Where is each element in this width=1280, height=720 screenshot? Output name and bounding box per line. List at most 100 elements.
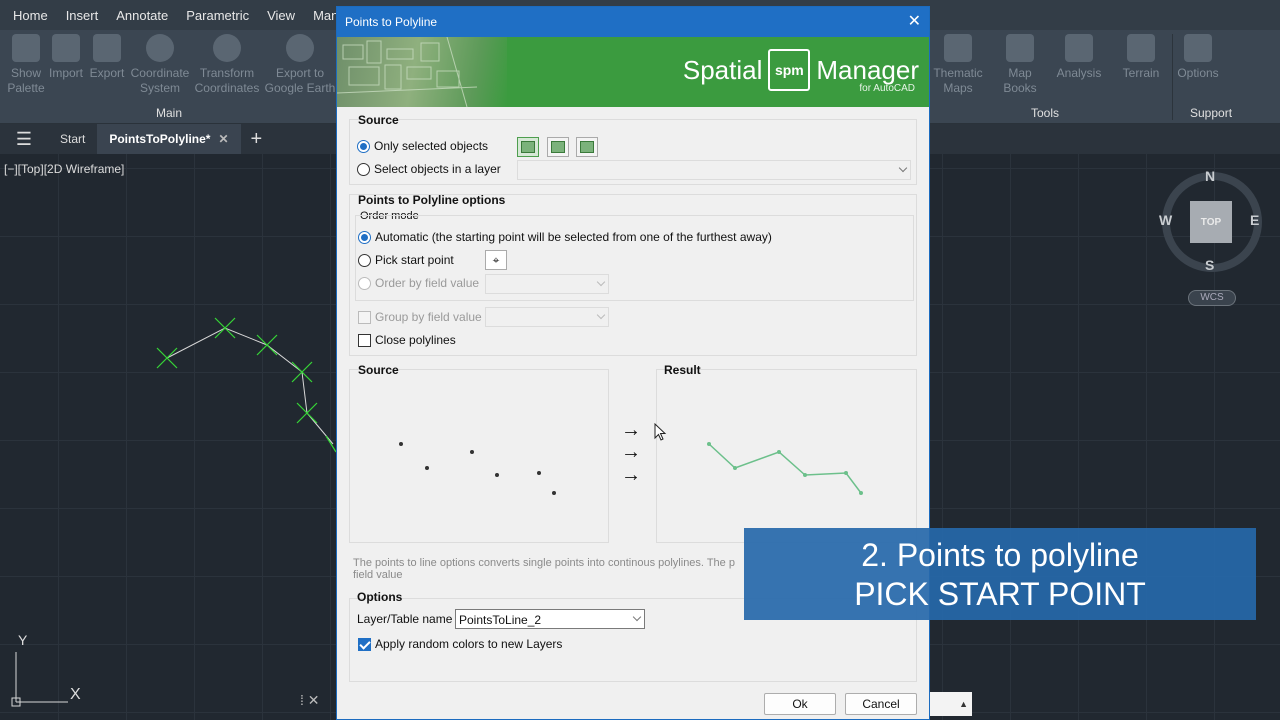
export-icon bbox=[93, 34, 121, 62]
close-polylines-checkbox[interactable]: Close polylines bbox=[358, 333, 456, 347]
banner-artwork bbox=[337, 37, 507, 107]
select-window-icon bbox=[551, 141, 565, 153]
ucs-y-label: Y bbox=[18, 632, 28, 648]
tab-insert[interactable]: Insert bbox=[57, 8, 108, 23]
checkbox-checked-icon bbox=[358, 637, 371, 651]
select-by-window-button[interactable] bbox=[547, 137, 569, 157]
result-polyline-illustration bbox=[707, 442, 863, 495]
options-icon bbox=[1184, 34, 1212, 62]
caption-line-1: 2. Points to polyline bbox=[861, 537, 1139, 573]
tab-home[interactable]: Home bbox=[4, 8, 57, 23]
spatial-manager-logo: Spatial spm Manager for AutoCAD bbox=[682, 49, 919, 94]
tab-annotate[interactable]: Annotate bbox=[107, 8, 177, 23]
tab-view[interactable]: View bbox=[258, 8, 304, 23]
dialog-title-bar[interactable]: Points to Polyline ✕ bbox=[337, 7, 929, 37]
radio-disabled-icon bbox=[358, 276, 371, 290]
thematic-maps-icon bbox=[944, 34, 972, 62]
options-polyline-title: Points to Polyline options bbox=[358, 193, 506, 207]
doc-tab-start[interactable]: Start bbox=[48, 124, 97, 154]
view-cube-top-face[interactable]: TOP bbox=[1190, 201, 1232, 243]
import-icon bbox=[52, 34, 80, 62]
tutorial-caption: 2. Points to polyline PICK START POINT bbox=[744, 528, 1256, 620]
doc-tab-pointstopolyline[interactable]: PointsToPolyline* ✕ bbox=[97, 124, 241, 154]
only-selected-objects-radio[interactable]: Only selected objects bbox=[357, 139, 488, 153]
group-by-field-label: Group by field value bbox=[375, 310, 482, 324]
pick-start-point-radio[interactable]: Pick start point bbox=[358, 253, 454, 267]
dialog-close-icon[interactable]: ✕ bbox=[908, 7, 921, 37]
source-preview bbox=[349, 369, 609, 543]
options-button[interactable]: Options bbox=[1168, 32, 1228, 81]
terrain-button[interactable]: Terrain bbox=[1111, 32, 1171, 81]
automatic-order-radio[interactable]: Automatic (the starting point will be se… bbox=[358, 230, 772, 244]
group-by-field-checkbox: Group by field value bbox=[358, 310, 482, 324]
layer-table-name-value: PointsToLine_2 bbox=[459, 613, 542, 627]
status-dropdown[interactable]: ▲ bbox=[930, 692, 972, 716]
select-table-button[interactable] bbox=[576, 137, 598, 157]
new-tab-icon[interactable]: + bbox=[241, 128, 273, 151]
result-preview-title: Result bbox=[664, 363, 701, 377]
radio-checked-icon bbox=[357, 139, 370, 153]
chevron-down-icon bbox=[596, 277, 606, 287]
layer-table-name-label: Layer/Table name bbox=[357, 612, 453, 626]
select-objects-button[interactable] bbox=[517, 137, 539, 157]
order-field-combo bbox=[485, 274, 609, 294]
source-preview-title: Source bbox=[358, 363, 399, 377]
arrow-right-icon: → bbox=[621, 441, 641, 463]
viewport-controls-label[interactable]: [−][Top][2D Wireframe] bbox=[4, 162, 124, 176]
chevron-down-icon bbox=[898, 163, 908, 173]
dialog-title: Points to Polyline bbox=[345, 15, 438, 29]
select-objects-in-layer-radio[interactable]: Select objects in a layer bbox=[357, 162, 501, 176]
menu-hamburger-icon[interactable]: ☰ bbox=[0, 129, 48, 150]
arrow-right-icon: → bbox=[621, 419, 641, 441]
analysis-icon bbox=[1065, 34, 1093, 62]
drawing-polyline bbox=[156, 317, 337, 453]
apply-random-colors-label: Apply random colors to new Layers bbox=[375, 637, 563, 651]
automatic-label: Automatic (the starting point will be se… bbox=[375, 230, 772, 244]
cancel-button[interactable]: Cancel bbox=[845, 693, 917, 715]
pick-point-button[interactable]: ⌖ bbox=[485, 250, 507, 270]
radio-checked-icon bbox=[358, 230, 371, 244]
transform-globe-icon bbox=[213, 34, 241, 62]
layer-table-name-combo[interactable]: PointsToLine_2 bbox=[455, 609, 645, 629]
compass-east: E bbox=[1250, 212, 1260, 228]
spatial-manager-banner: Spatial spm Manager for AutoCAD bbox=[337, 37, 929, 107]
ok-button[interactable]: Ok bbox=[764, 693, 836, 715]
source-group-title: Source bbox=[358, 113, 399, 127]
map-books-icon bbox=[1006, 34, 1034, 62]
arrow-right-icon: → bbox=[621, 464, 641, 486]
panel-label-support: Support bbox=[1190, 106, 1233, 120]
transform-coordinates-button[interactable]: Transform Coordinates bbox=[194, 32, 260, 96]
group-field-combo bbox=[485, 307, 609, 327]
pick-start-label: Pick start point bbox=[375, 253, 454, 267]
compass-north: N bbox=[1205, 168, 1216, 184]
apply-random-colors-checkbox[interactable]: Apply random colors to new Layers bbox=[358, 637, 562, 651]
ucs-icon: Y X bbox=[8, 630, 88, 710]
thematic-maps-button[interactable]: Thematic Maps bbox=[928, 32, 988, 96]
only-selected-label: Only selected objects bbox=[374, 139, 489, 153]
close-polylines-label: Close polylines bbox=[375, 333, 456, 347]
layer-select-combo[interactable] bbox=[517, 160, 911, 180]
brand-subtitle: for AutoCAD bbox=[859, 83, 915, 94]
chevron-down-icon bbox=[596, 310, 606, 320]
source-points-illustration bbox=[399, 442, 556, 495]
brand-spatial: Spatial bbox=[682, 54, 763, 85]
analysis-button[interactable]: Analysis bbox=[1049, 32, 1109, 81]
mouse-cursor-icon bbox=[654, 423, 667, 441]
result-preview bbox=[656, 369, 917, 543]
panel-label-main: Main bbox=[156, 106, 183, 120]
close-tab-icon[interactable]: ✕ bbox=[218, 132, 228, 146]
tab-parametric[interactable]: Parametric bbox=[177, 8, 258, 23]
export-google-earth-button[interactable]: Export to Google Earth bbox=[264, 32, 336, 96]
doc-tab-label: PointsToPolyline* bbox=[109, 132, 211, 146]
coordinate-system-button[interactable]: Coordinate System bbox=[128, 32, 192, 96]
options-group-title: Options bbox=[357, 590, 403, 604]
radio-unchecked-icon bbox=[357, 162, 370, 176]
brand-manager: Manager bbox=[816, 54, 919, 85]
command-line-grip-icon[interactable]: ⁞ ✕ bbox=[300, 692, 340, 716]
wcs-menu[interactable]: WCS bbox=[1188, 290, 1236, 306]
map-books-button[interactable]: Map Books bbox=[990, 32, 1050, 96]
globe-icon bbox=[146, 34, 174, 62]
checkbox-unchecked-icon bbox=[358, 333, 371, 347]
panel-label-tools: Tools bbox=[1031, 106, 1060, 120]
chevron-down-icon bbox=[632, 612, 642, 622]
